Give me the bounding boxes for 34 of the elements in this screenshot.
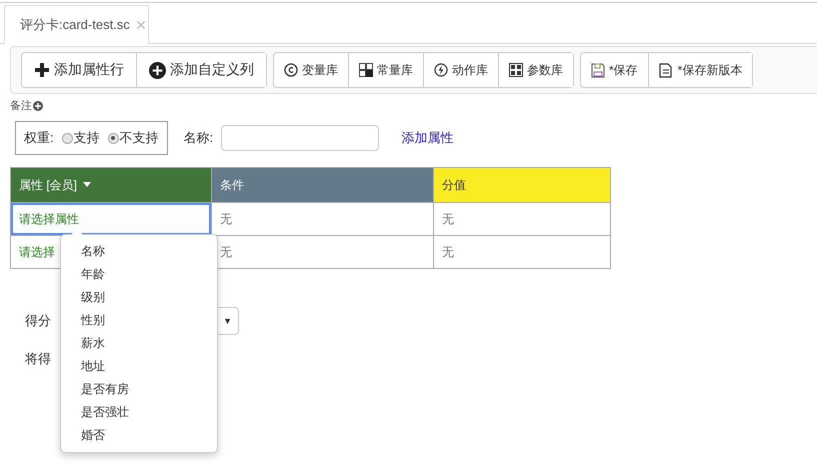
menu-item[interactable]: 是否强壮 xyxy=(61,401,217,424)
table-cell[interactable]: 请选择属性 xyxy=(10,202,212,236)
column-header[interactable]: 属性 [会员] xyxy=(10,168,212,202)
table-cell: 无 xyxy=(434,202,610,236)
menu-item[interactable]: 婚否 xyxy=(61,424,217,447)
column-header[interactable]: 条件 xyxy=(212,168,434,202)
menu-item[interactable]: 是否有房 xyxy=(61,378,217,401)
assign-label: 将得 xyxy=(25,350,51,368)
plus-circle-icon xyxy=(149,62,166,78)
weight-radio[interactable]: 支持 xyxy=(62,129,100,147)
grid-icon xyxy=(509,63,523,77)
column-header[interactable]: 分值 xyxy=(434,168,610,202)
menu-item[interactable]: 级别 xyxy=(61,286,217,309)
toolbar-button[interactable]: 添加自定义列 xyxy=(136,53,266,87)
menu-item[interactable]: 地址 xyxy=(61,355,217,378)
name-label: 名称: xyxy=(184,129,214,147)
squares-icon xyxy=(359,63,373,77)
name-field[interactable] xyxy=(221,125,380,151)
toolbar-button[interactable]: 参数库 xyxy=(498,53,573,87)
note-label: 备注 xyxy=(10,98,32,113)
document-icon xyxy=(658,62,674,78)
weight-radio[interactable]: 不支持 xyxy=(108,129,159,147)
score-label: 得分 xyxy=(25,312,51,330)
floppy-icon xyxy=(591,62,605,78)
menu-item[interactable]: 薪水 xyxy=(61,332,217,355)
table-cell: 无 xyxy=(434,236,610,268)
editor-tab[interactable]: 评分卡:card-test.sc × xyxy=(4,5,149,44)
plus-icon xyxy=(34,62,50,78)
weight-label: 权重: xyxy=(24,129,54,147)
toolbar-button[interactable]: *保存新版本 xyxy=(648,53,752,87)
add-attribute-link[interactable]: 添加属性 xyxy=(401,129,454,147)
copyright-icon xyxy=(284,63,298,77)
bolt-icon xyxy=(434,63,448,77)
add-note-icon[interactable] xyxy=(33,100,43,110)
